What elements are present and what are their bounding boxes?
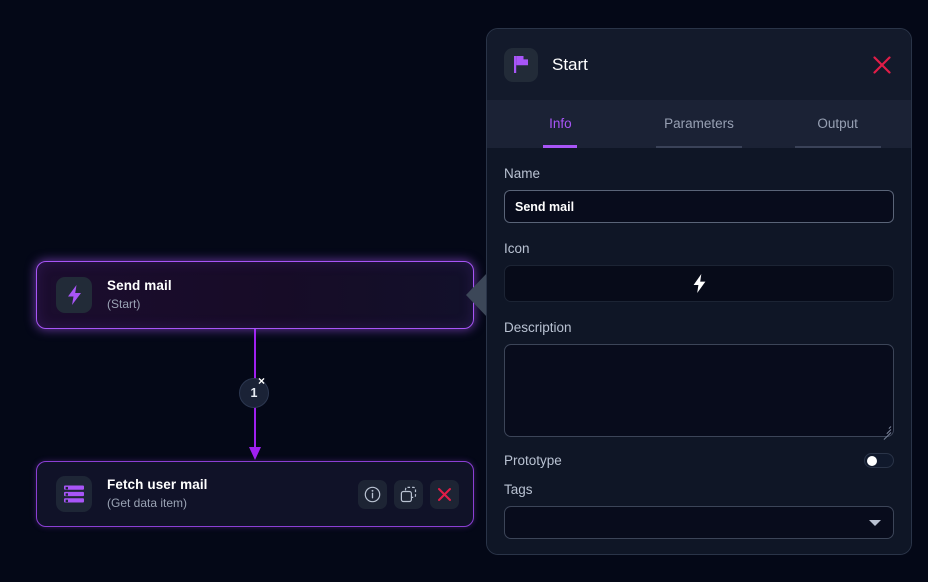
panel-title: Start bbox=[552, 54, 588, 74]
panel-pointer-triangle bbox=[466, 272, 488, 318]
tab-output[interactable]: Output bbox=[768, 100, 907, 148]
node-subtitle: (Start) bbox=[107, 297, 141, 311]
tags-label: Tags bbox=[504, 482, 533, 497]
prototype-toggle[interactable] bbox=[864, 453, 894, 468]
flag-icon bbox=[504, 47, 538, 82]
duplicate-button[interactable] bbox=[394, 479, 423, 509]
prototype-row: Prototype bbox=[504, 453, 894, 468]
data-list-glyph bbox=[64, 485, 84, 503]
tab-underline bbox=[543, 145, 578, 148]
node-fetch-user-mail[interactable]: Fetch user mail (Get data item) bbox=[36, 461, 474, 527]
panel-close-button[interactable] bbox=[871, 54, 893, 76]
name-label: Name bbox=[504, 166, 541, 181]
data-list-icon bbox=[56, 476, 92, 512]
description-textarea[interactable] bbox=[504, 344, 894, 440]
close-x-icon bbox=[438, 487, 451, 501]
name-input[interactable] bbox=[504, 190, 894, 223]
connector-order-label: 1 bbox=[250, 386, 258, 400]
connector-remove-icon[interactable]: × bbox=[258, 375, 265, 387]
node-subtitle: (Get data item) bbox=[107, 496, 188, 510]
node-send-mail-text: Send mail (Start) bbox=[107, 278, 473, 312]
node-title: Fetch user mail bbox=[107, 477, 208, 492]
tab-info[interactable]: Info bbox=[491, 100, 630, 148]
panel-tabs: Info Parameters Output bbox=[487, 100, 911, 148]
tab-parameters[interactable]: Parameters bbox=[630, 100, 769, 148]
description-label: Description bbox=[504, 320, 572, 335]
tab-parameters-label: Parameters bbox=[664, 115, 734, 131]
icon-picker[interactable] bbox=[504, 265, 894, 302]
node-send-mail[interactable]: Send mail (Start) bbox=[36, 261, 474, 329]
lightning-bolt-icon bbox=[693, 274, 705, 293]
chevron-down-icon bbox=[869, 519, 881, 526]
textarea-resize-handle[interactable] bbox=[880, 423, 892, 440]
duplicate-icon bbox=[400, 486, 417, 502]
toggle-knob bbox=[867, 455, 877, 466]
delete-button[interactable] bbox=[430, 479, 459, 509]
tab-underline bbox=[656, 146, 742, 148]
flag-glyph bbox=[514, 56, 528, 73]
panel-body: Name Icon Description Prototype bbox=[487, 148, 911, 554]
app-root: 1 × Send mail (Start) Fetch user mail (G… bbox=[0, 0, 928, 582]
tab-underline bbox=[794, 146, 881, 148]
tab-output-label: Output bbox=[817, 115, 858, 131]
node-fetch-text: Fetch user mail (Get data item) bbox=[107, 477, 358, 511]
icon-label: Icon bbox=[504, 241, 530, 256]
tab-info-label: Info bbox=[549, 115, 572, 131]
node-title: Send mail bbox=[107, 278, 172, 293]
info-button[interactable] bbox=[358, 479, 387, 509]
node-details-panel: Start Info Parameters Output Name Send m… bbox=[486, 28, 912, 555]
tags-select[interactable] bbox=[504, 506, 894, 539]
lightning-bolt-icon bbox=[56, 277, 92, 313]
lightning-bolt-glyph bbox=[67, 285, 81, 305]
prototype-label: Prototype bbox=[504, 453, 562, 468]
panel-header: Start bbox=[487, 29, 911, 100]
node-action-group bbox=[358, 479, 459, 509]
info-circle-icon bbox=[364, 486, 381, 502]
close-x-icon bbox=[873, 55, 891, 74]
